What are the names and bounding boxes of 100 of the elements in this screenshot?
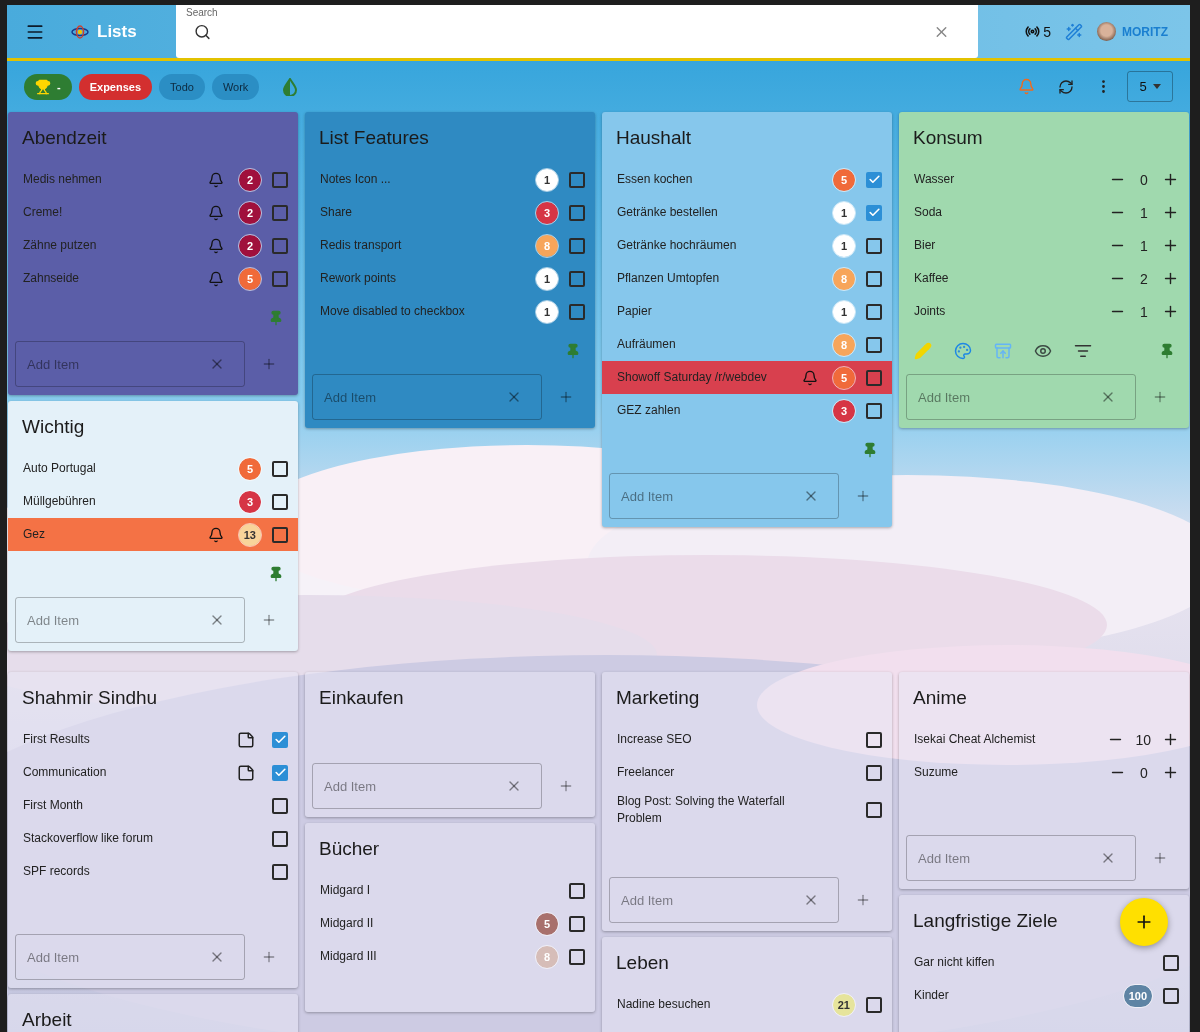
add-icon[interactable]	[261, 612, 277, 628]
bell-icon[interactable]	[208, 204, 224, 221]
checkbox[interactable]	[866, 369, 882, 386]
checkbox[interactable]	[272, 797, 288, 814]
count-badge: 1	[536, 267, 558, 290]
item-text: Pflanzen Umtopfen	[617, 270, 721, 287]
count-badge: 8	[833, 333, 855, 356]
checkbox[interactable]	[569, 915, 585, 932]
checkbox[interactable]	[866, 204, 882, 221]
item-text: Medis nehmen	[23, 171, 103, 188]
plus-icon[interactable]	[1162, 303, 1179, 320]
item-text: Redis transport	[320, 237, 403, 254]
search-field[interactable]	[176, 5, 978, 58]
item-text: Joints	[914, 303, 947, 320]
logo-icon	[71, 24, 89, 39]
item-text: Müllgebühren	[23, 493, 97, 510]
plus-icon[interactable]	[1162, 764, 1179, 781]
note-icon[interactable]	[237, 730, 255, 749]
checkbox[interactable]	[866, 237, 882, 254]
plus-icon[interactable]	[1162, 270, 1179, 287]
count-badge: 8	[536, 234, 558, 257]
count-badge: 3	[833, 399, 855, 422]
count-badge: 5	[833, 366, 855, 389]
count-badge: 13	[238, 523, 261, 546]
card-title: Arbeit	[21, 1007, 73, 1032]
checkbox[interactable]	[866, 336, 882, 353]
checkbox[interactable]	[569, 204, 585, 221]
count-badge: 3	[536, 201, 558, 224]
note-icon[interactable]	[237, 763, 255, 782]
item-text: Move disabled to checkbox	[320, 303, 466, 320]
search-icon	[194, 23, 211, 40]
bell-icon[interactable]	[208, 171, 224, 188]
count-badge: 1	[833, 234, 855, 257]
item-text: Getränke bestellen	[617, 204, 719, 221]
checkbox[interactable]	[866, 802, 882, 818]
checkbox[interactable]	[272, 204, 288, 221]
app-title: Lists	[97, 21, 137, 42]
item-text: Creme!	[23, 204, 64, 221]
count-badge: 5	[239, 267, 261, 290]
plus-icon[interactable]	[1162, 731, 1179, 748]
columns-select[interactable]: 5	[1127, 71, 1173, 102]
checkbox[interactable]	[272, 270, 288, 287]
count-badge: 1	[833, 201, 855, 224]
checkbox[interactable]	[272, 171, 288, 188]
checkbox[interactable]	[272, 460, 288, 477]
add-icon[interactable]	[855, 892, 871, 908]
bell-icon[interactable]	[208, 237, 224, 254]
plus-icon[interactable]	[1162, 171, 1179, 188]
checkbox[interactable]	[866, 402, 882, 419]
sync-icon[interactable]	[1058, 78, 1074, 95]
plus-icon[interactable]	[1162, 237, 1179, 254]
card-title: Abendzeit	[21, 125, 108, 150]
magic-wand-icon[interactable]	[1065, 22, 1083, 41]
checkbox[interactable]	[272, 493, 288, 510]
checkbox[interactable]	[1163, 987, 1179, 1004]
item-text: Midgard I	[320, 882, 372, 899]
item-text: Zahnseide	[23, 270, 81, 287]
item-text: Share	[320, 204, 354, 221]
add-icon[interactable]	[261, 949, 277, 965]
checkbox[interactable]	[866, 270, 882, 287]
palette-icon[interactable]	[954, 341, 972, 360]
checkbox[interactable]	[866, 996, 882, 1013]
pin-icon[interactable]	[862, 441, 878, 458]
counter-value: 10	[1135, 731, 1151, 748]
pin-icon[interactable]	[268, 565, 284, 582]
plus-icon[interactable]	[1162, 204, 1179, 221]
checkbox[interactable]	[569, 882, 585, 899]
item-text: First Month	[23, 797, 84, 814]
card-title: Konsum	[912, 125, 984, 150]
checkbox[interactable]	[569, 237, 585, 254]
bell-icon[interactable]	[208, 270, 224, 287]
connections-indicator[interactable]: 5	[1025, 23, 1051, 40]
checkbox[interactable]	[272, 863, 288, 880]
checkbox[interactable]	[866, 764, 882, 781]
checkbox[interactable]	[272, 830, 288, 847]
checkbox[interactable]	[569, 948, 585, 965]
checkbox[interactable]	[866, 731, 882, 748]
checkbox[interactable]	[272, 526, 288, 543]
add-icon[interactable]	[1152, 850, 1168, 866]
bell-icon[interactable]	[207, 526, 224, 543]
checkbox[interactable]	[272, 237, 288, 254]
card-title: Haushalt	[615, 125, 692, 150]
item-text: Blog Post: Solving the Waterfall Problem	[617, 793, 786, 827]
checkbox[interactable]	[866, 303, 882, 320]
checkbox[interactable]	[569, 303, 585, 320]
counter-value: 1	[1139, 237, 1149, 254]
count-badge: 2	[239, 168, 261, 191]
pin-icon[interactable]	[1159, 342, 1175, 359]
checkbox[interactable]	[569, 270, 585, 287]
bell-icon[interactable]	[802, 369, 818, 386]
item-text: Papier	[617, 303, 653, 320]
add-icon[interactable]	[558, 778, 574, 794]
checkbox[interactable]	[569, 171, 585, 188]
avatar[interactable]	[1097, 22, 1116, 41]
item-text: Aufräumen	[617, 336, 677, 353]
checkbox[interactable]	[866, 171, 882, 188]
item-text: Increase SEO	[617, 731, 693, 748]
item-text: GEZ zahlen	[617, 402, 682, 419]
card-title: Langfristige Ziele	[912, 908, 1059, 933]
checkbox[interactable]	[1163, 954, 1179, 971]
